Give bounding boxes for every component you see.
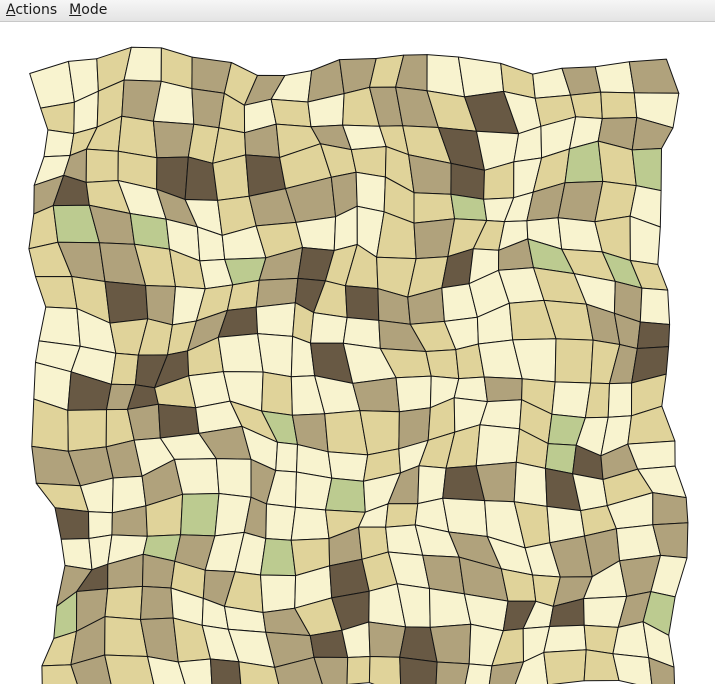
rhombus-tile <box>483 376 523 403</box>
rhombus-tile <box>513 461 548 507</box>
rhombus-tile <box>210 658 242 684</box>
rhombus-tile <box>177 658 213 684</box>
rhombus-tile <box>290 506 330 541</box>
menu-bar: Actions Mode <box>0 0 715 22</box>
rhombus-tile <box>295 216 337 251</box>
rhombus-tile <box>260 574 297 613</box>
rhombus-tile <box>40 101 75 135</box>
rhombus-tile <box>180 493 220 537</box>
rhombus-tile <box>152 120 195 159</box>
rhombus-tile <box>215 458 252 498</box>
rhombus-tile <box>43 129 75 158</box>
rhombus-tile <box>104 281 149 324</box>
rhombus-tile <box>174 458 220 495</box>
rhombus-tile <box>123 46 162 82</box>
rhombus-tile <box>88 511 113 539</box>
rhombus-tile <box>85 148 119 183</box>
rhombus-tile <box>636 321 671 349</box>
rhombus-tile <box>255 302 296 337</box>
rhombus-tile <box>29 60 75 109</box>
rhombus-tile <box>570 91 603 119</box>
rhombus-tile <box>257 333 294 378</box>
rhombus-tile <box>475 424 520 467</box>
rhombus-tile <box>612 621 650 659</box>
rhombus-tile <box>110 352 139 386</box>
rhombus-tile <box>551 381 592 419</box>
rhombus-tile <box>129 213 170 250</box>
rhombus-tile <box>583 624 619 655</box>
rhombus-tile <box>442 497 488 537</box>
rhombus-tile <box>346 656 371 684</box>
rhombus-tile <box>612 653 653 684</box>
rhombus-tile <box>60 538 93 571</box>
menu-mode[interactable]: Mode <box>63 0 113 21</box>
rhombus-tile <box>554 338 594 384</box>
rhombus-tile <box>413 192 456 224</box>
rhombus-tile <box>399 656 438 684</box>
rhombus-tile <box>429 623 472 665</box>
rhombus-tile <box>270 98 312 128</box>
menu-actions[interactable]: Actions <box>0 0 63 21</box>
rhombus-tile <box>368 656 402 684</box>
rhombus-tile <box>67 409 107 452</box>
rhombus-tile <box>309 629 349 658</box>
rhombus-tile <box>652 492 689 526</box>
rhombus-tile <box>355 171 386 213</box>
rhombus-tile <box>435 661 470 684</box>
rhombus-tile <box>152 80 195 125</box>
rhombus-tile <box>425 349 460 380</box>
rhombus-tile <box>35 276 78 310</box>
rhombus-tile <box>38 306 81 347</box>
rhombus-tile <box>54 507 90 540</box>
rhombus-tile <box>275 441 298 473</box>
rhombus-tile <box>631 148 662 192</box>
rhombus-tile <box>457 56 505 98</box>
rhombus-tile <box>310 312 348 344</box>
rhombus-tile <box>450 162 485 200</box>
rhombus-tile <box>395 375 432 413</box>
rhombus-tile <box>157 403 200 439</box>
rhombus-tile <box>217 333 264 373</box>
rhombus-tile <box>104 585 143 620</box>
rhombus-tile <box>261 371 293 416</box>
rhombus-tile <box>594 61 635 94</box>
rhombus-tiling <box>28 46 689 684</box>
rhombus-tile <box>352 377 400 413</box>
tiling-canvas[interactable] <box>0 22 715 684</box>
rhombus-tile <box>479 399 523 430</box>
rhombus-tile <box>325 477 366 513</box>
rhombus-tile <box>344 285 380 321</box>
rhombus-tile <box>368 621 407 658</box>
rhombus-tile <box>639 287 671 325</box>
rhombus-tile <box>265 503 296 541</box>
rhombus-tile <box>607 382 633 418</box>
rhombus-tile <box>600 91 638 119</box>
rhombus-tile <box>117 115 158 159</box>
rhombus-tile <box>260 538 297 577</box>
rhombus-tile <box>212 154 250 201</box>
rhombus-tile <box>327 451 369 482</box>
rhombus-tile <box>543 624 587 653</box>
rhombus-tile <box>140 585 174 620</box>
rhombus-tile <box>628 58 680 94</box>
rhombus-tile <box>385 503 419 528</box>
rhombus-tile <box>543 649 587 684</box>
tile-group <box>28 46 689 684</box>
